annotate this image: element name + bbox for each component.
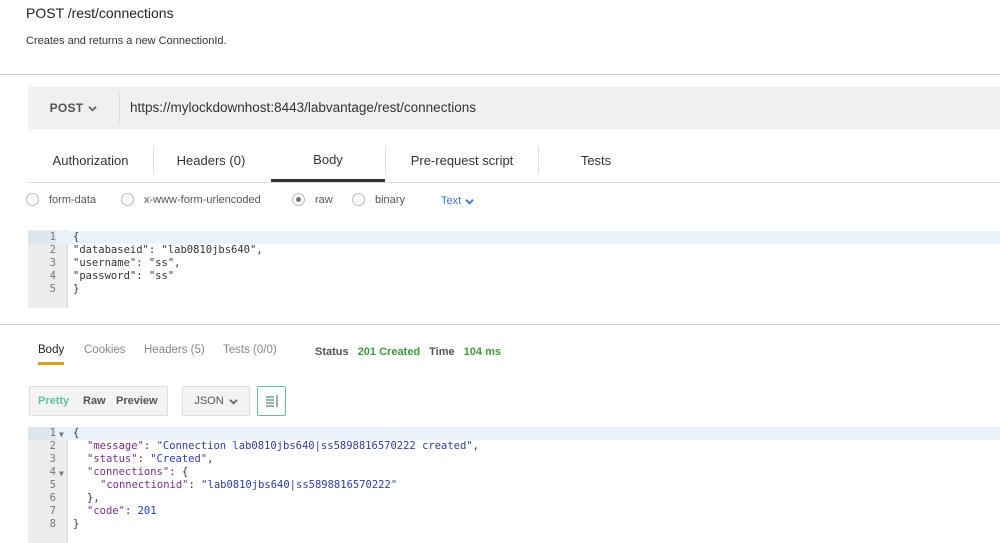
json-string: "Connection lab0810jbs640|ss589881657022… [156,440,473,452]
line-number: 3 [49,257,56,269]
code-text: "username": "ss", [73,257,181,269]
json-string: "lab0810jbs640|ss5898816570222" [201,479,398,491]
radio-label: form-data [49,193,97,206]
code-line: 2 "databaseid": "lab0810jbs640", [28,244,1000,257]
request-body-editor[interactable]: 1{ 2 "databaseid": "lab0810jbs640", 3 "use… [28,230,1000,308]
chevron-down-icon [228,398,238,405]
code-text: }, [87,492,100,504]
response-format-label: JSON [194,395,224,407]
status-label: Status [315,346,349,358]
radio-selected-icon [292,193,305,206]
code-text: { [73,427,80,439]
code-line: 1{ [28,231,1000,244]
divider [0,324,1000,325]
code-line: 4 "password": "ss" [28,270,1000,283]
view-pretty-button[interactable]: Pretty [38,395,69,407]
request-tabs: Authorization Headers (0) Body Pre-reque… [28,140,1000,183]
line-number: 6 [49,492,56,504]
raw-format-dropdown[interactable]: Text [441,195,474,207]
view-raw-button[interactable]: Raw [83,395,106,407]
status-value: 201 Created [357,346,421,358]
code-line: 5} [28,283,1000,296]
response-tab-headers[interactable]: Headers (5) [144,344,205,356]
code-line: 8} [28,518,1000,531]
method-label: POST [49,101,84,115]
radio-label: binary [375,193,405,206]
radio-label: raw [315,193,333,206]
code-line: 6}, [28,492,1000,505]
json-string: "Created" [150,453,208,465]
response-status: Status 201 Created Time 104 ms [315,346,501,358]
tab-pre-request-script[interactable]: Pre-request script [386,140,538,180]
response-view-toggle: Pretty Raw Preview [29,386,168,416]
raw-format-label: Text [441,195,462,207]
code-line: 3 "status": "Created", [28,453,1000,466]
radio-label: x-www-form-urlencoded [144,193,261,206]
response-format-dropdown[interactable]: JSON [182,386,250,416]
method-dropdown[interactable]: POST [28,87,119,129]
wrap-lines-icon [265,395,278,407]
url-bar: POST https://mylockdownhost:8443/labvant… [28,87,1000,129]
code-line: 2 "message": "Connection lab0810jbs640|ss… [28,440,1000,453]
code-text: { [73,231,80,243]
tab-body[interactable]: Body [271,140,385,182]
code-line: 3 "username": "ss", [28,257,1000,270]
tab-headers[interactable]: Headers (0) [154,140,268,180]
request-title: POST /rest/connections [26,5,174,21]
code-line: 1 ▼{ [28,427,1000,440]
radio-icon [352,193,365,206]
response-tab-cookies[interactable]: Cookies [84,344,126,356]
line-number: 7 [49,505,56,517]
radio-icon [121,193,134,206]
line-number: 1 [28,427,56,440]
code-text: { [181,466,189,478]
code-text: "password": "ss" [73,270,175,282]
code-text: } [73,283,80,295]
code-line: 7 "code": 201 [28,505,1000,518]
tab-authorization[interactable]: Authorization [28,140,153,180]
code-text: } [73,518,80,530]
time-label: Time [429,346,455,358]
line-number: 2 [49,244,56,256]
url-input[interactable]: https://mylockdownhost:8443/labvantage/r… [130,100,476,115]
line-number: 4 [49,270,56,282]
json-key: "code" [87,505,125,517]
code-text: "databaseid": "lab0810jbs640", [73,244,263,256]
line-number: 8 [49,518,56,530]
divider [0,74,1000,75]
radio-binary[interactable]: binary [352,193,405,206]
radio-form-data[interactable]: form-data [26,193,96,206]
line-number: 1 [28,231,56,244]
radio-x-www-form-urlencoded[interactable]: x-www-form-urlencoded [121,193,261,206]
json-key: "connections" [87,466,170,478]
code-line: 4 ▼ "connections": { [28,466,1000,479]
chevron-down-icon [88,105,98,112]
line-number: 5 [49,479,56,491]
line-number: 3 [49,453,56,465]
chevron-down-icon [465,198,474,205]
wrap-lines-button[interactable] [257,386,286,416]
divider [119,93,120,123]
view-preview-button[interactable]: Preview [116,395,158,407]
time-value: 104 ms [463,346,501,358]
tab-tests[interactable]: Tests [539,140,653,180]
code-line: 5 "connectionid": "lab0810jbs640|ss589881… [28,479,1000,492]
radio-raw[interactable]: raw [292,193,333,206]
json-key: "connectionid" [100,479,189,491]
json-key: "status" [87,453,138,465]
line-number: 5 [49,283,56,295]
response-body-viewer[interactable]: 1 ▼{ 2 "message": "Connection lab0810jbs64… [28,427,1000,543]
line-number: 4 [49,466,56,478]
json-key: "message" [87,440,144,452]
json-number: 201 [137,505,157,517]
line-number: 2 [49,440,56,452]
response-tab-tests[interactable]: Tests (0/0) [223,344,277,356]
response-tab-body[interactable]: Body [38,344,65,365]
radio-icon [26,193,39,206]
request-description: Creates and returns a new ConnectionId. [26,35,227,47]
